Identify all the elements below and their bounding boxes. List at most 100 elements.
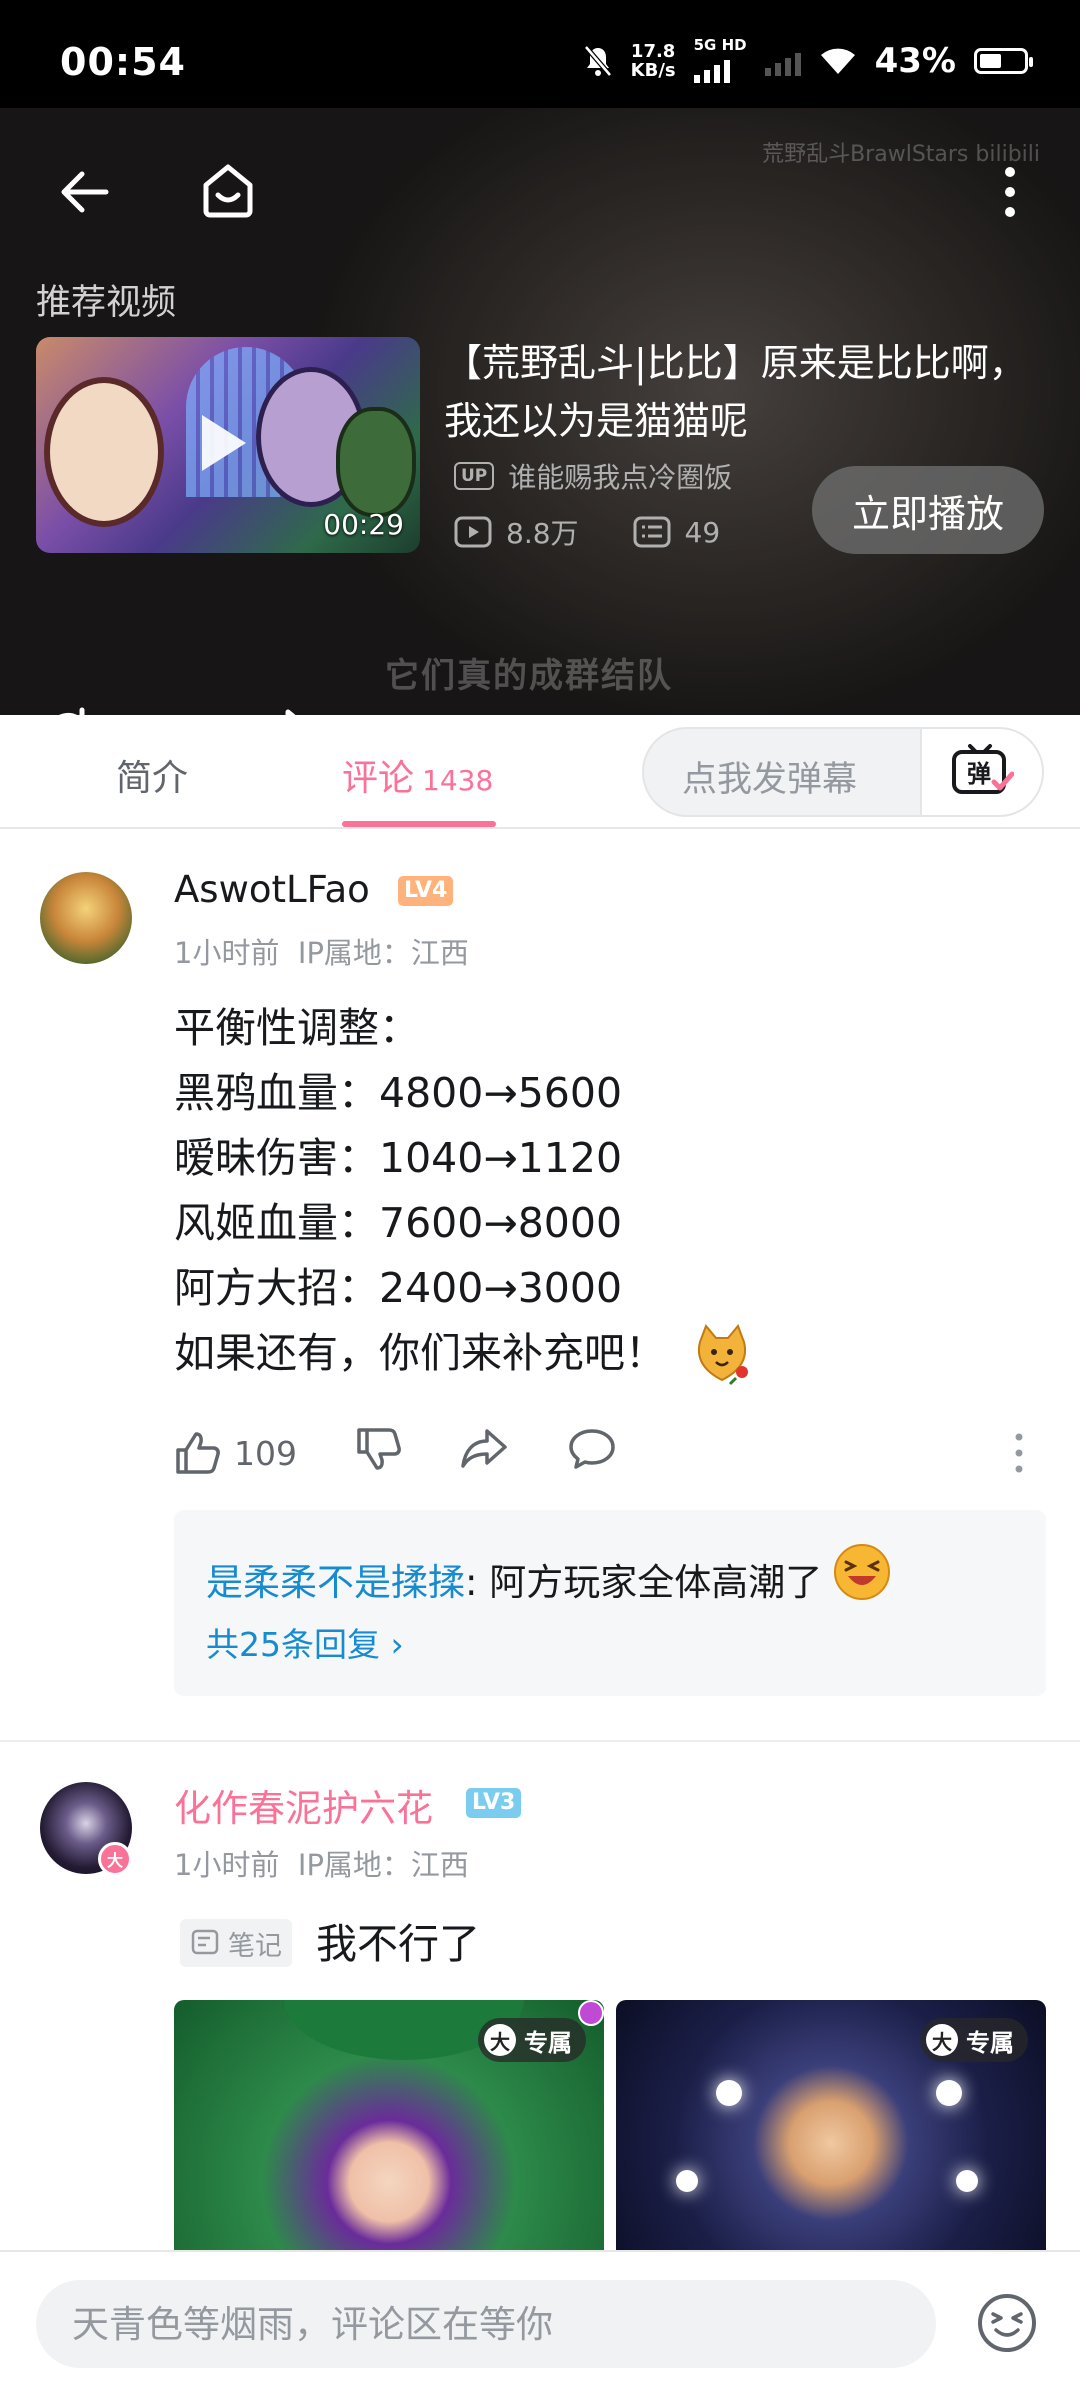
thumb-up-icon: [176, 1432, 220, 1474]
share-comment-button[interactable]: [459, 1427, 509, 1479]
comment-ip: IP属地：江西: [297, 936, 469, 970]
home-icon: [203, 164, 253, 218]
comment-image[interactable]: 大 专属: [174, 2000, 604, 2260]
comment-input-bar: [0, 2250, 1080, 2400]
comment-line: 如果还有，你们来补充吧！: [174, 1329, 666, 1377]
level-badge: LV3: [466, 1788, 522, 1818]
tab-underline: [342, 821, 496, 827]
more-button[interactable]: [980, 152, 1040, 232]
recommended-title[interactable]: 【荒野乱斗|比比】原来是比比啊，我还以为是猫猫呢: [444, 334, 1044, 450]
exclusive-badge-label: 专属: [966, 2028, 1014, 2057]
note-tag-label: 笔记: [228, 1930, 282, 1962]
tab-comments-label: 评论: [342, 758, 415, 799]
more-vertical-icon: [1015, 1433, 1023, 1473]
emoji-button[interactable]: [976, 2292, 1038, 2358]
tab-intro[interactable]: 简介: [116, 749, 188, 801]
comment-time: 1小时前: [174, 936, 280, 970]
replay-label: 重播: [118, 707, 194, 716]
exclusive-badge: 大 专属: [478, 2018, 586, 2062]
comment-meta: 1小时前 IP属地：江西: [174, 1842, 469, 1884]
comment-divider: [0, 1740, 1080, 1742]
video-duration: 00:29: [323, 508, 404, 541]
note-icon: [191, 1929, 219, 1955]
home-button[interactable]: [188, 150, 268, 230]
up-badge: UP: [454, 462, 495, 490]
reply-count-link[interactable]: 共25条回复 ›: [206, 1618, 404, 1666]
level-badge: LV4: [398, 876, 454, 906]
comment-body: 我不行了: [316, 1920, 480, 1968]
note-tag[interactable]: 笔记: [180, 1919, 292, 1967]
comment-line: 平衡性调整：: [174, 1004, 420, 1052]
recommended-thumbnail[interactable]: 00:29: [36, 337, 420, 553]
laughing-emoji-icon: [834, 1544, 891, 1600]
comment-input[interactable]: [36, 2280, 936, 2368]
like-count: 109: [234, 1433, 297, 1473]
reply-preview[interactable]: 是柔柔不是揉揉: 阿方玩家全体高潮了 共25条回复 ›: [174, 1510, 1046, 1696]
danmaku-count: 49: [684, 515, 721, 549]
reply-username[interactable]: 是柔柔不是揉揉: [206, 1552, 465, 1606]
share-button[interactable]: 分享: [252, 706, 414, 715]
exclusive-badge-icon: 大: [926, 2024, 958, 2056]
reply-content: : 阿方玩家全体高潮了: [465, 1561, 823, 1604]
mute-icon: [583, 44, 612, 77]
avatar[interactable]: [40, 872, 132, 964]
battery-percent: 43%: [874, 40, 956, 81]
video-player[interactable]: 荒野乱斗BrawlStars bilibili 它们真的成群结队 推荐视频 00…: [0, 108, 1080, 715]
exclusive-badge-label: 专属: [524, 2028, 572, 2057]
danmaku-toggle-button[interactable]: 弹: [920, 729, 1042, 815]
comment-line: 风姬血量：7600→8000: [174, 1199, 623, 1247]
tab-comments-count: 1438: [422, 764, 494, 797]
like-button[interactable]: 109: [174, 1430, 297, 1476]
comment-ip: IP属地：江西: [297, 1848, 469, 1882]
exclusive-badge: 大 专属: [920, 2018, 1028, 2062]
status-time: 00:54: [60, 40, 186, 84]
comment-line: 暧昧伤害：1040→1120: [174, 1134, 623, 1182]
danmaku-input[interactable]: 点我发弹幕 弹: [642, 727, 1044, 817]
svg-text:弹: 弹: [967, 760, 991, 788]
comment-line: 阿方大招：2400→3000: [174, 1264, 623, 1312]
comment-meta: 1小时前 IP属地：江西: [174, 930, 469, 972]
play-now-button[interactable]: 立即播放: [812, 466, 1044, 554]
back-button[interactable]: [44, 152, 124, 232]
tab-comments[interactable]: 评论 1438: [342, 749, 493, 801]
more-vertical-icon: [1005, 167, 1015, 217]
emoji-icon: [978, 2294, 1036, 2352]
comment-username[interactable]: AswotLFao: [174, 868, 370, 911]
comment-image[interactable]: 大 专属: [616, 2000, 1046, 2260]
recommended-stats: 8.8万 49: [454, 512, 720, 552]
comment-time: 1小时前: [174, 1848, 280, 1882]
signal-5g-icon: 5G HD: [693, 38, 747, 83]
wifi-icon: [820, 48, 855, 74]
net-speed: 17.8 KB/s: [630, 40, 676, 81]
status-icons: 17.8 KB/s 5G HD 43%: [583, 38, 1033, 83]
uploader-name: 谁能赐我点冷圈饭: [508, 461, 733, 494]
play-count-icon: [454, 516, 492, 548]
comment-line: 黑鸦血量：4800→5600: [174, 1069, 623, 1117]
share-label: 分享: [338, 707, 414, 716]
recommended-uploader[interactable]: UP 谁能赐我点冷圈饭: [454, 456, 732, 496]
comment-body: 平衡性调整： 黑鸦血量：4800→5600 暧昧伤害：1040→1120 风姬血…: [174, 996, 754, 1386]
exclusive-badge-icon: 大: [484, 2024, 516, 2056]
replay-icon: [59, 707, 85, 715]
danmaku-placeholder: 点我发弹幕: [682, 760, 858, 800]
comment-actions: 109: [174, 1426, 617, 1480]
signal-secondary-icon: [764, 46, 801, 76]
status-bar: 00:54 17.8 KB/s 5G HD 43%: [0, 0, 1080, 108]
play-icon: [202, 415, 246, 471]
share-icon: [461, 1429, 507, 1468]
reply-comment-button[interactable]: [567, 1427, 617, 1479]
thumb-down-icon: [357, 1428, 401, 1470]
cat-emoji-icon: [698, 1323, 748, 1385]
arrow-left-icon: [61, 171, 109, 213]
share-icon: [285, 709, 296, 715]
recommended-label: 推荐视频: [36, 283, 177, 323]
danmaku-toggle-icon: 弹: [952, 744, 1014, 794]
view-count: 8.8万: [506, 517, 579, 550]
battery-icon: [974, 47, 1033, 74]
comment-more-button[interactable]: [1014, 1432, 1024, 1478]
dislike-button[interactable]: [355, 1426, 403, 1480]
replay-button[interactable]: 重播: [40, 706, 194, 715]
danmaku-count-icon: [633, 516, 671, 548]
comment-username[interactable]: 化作春泥护六花: [174, 1778, 433, 1832]
video-subtitle: 它们真的成群结队: [385, 656, 673, 696]
